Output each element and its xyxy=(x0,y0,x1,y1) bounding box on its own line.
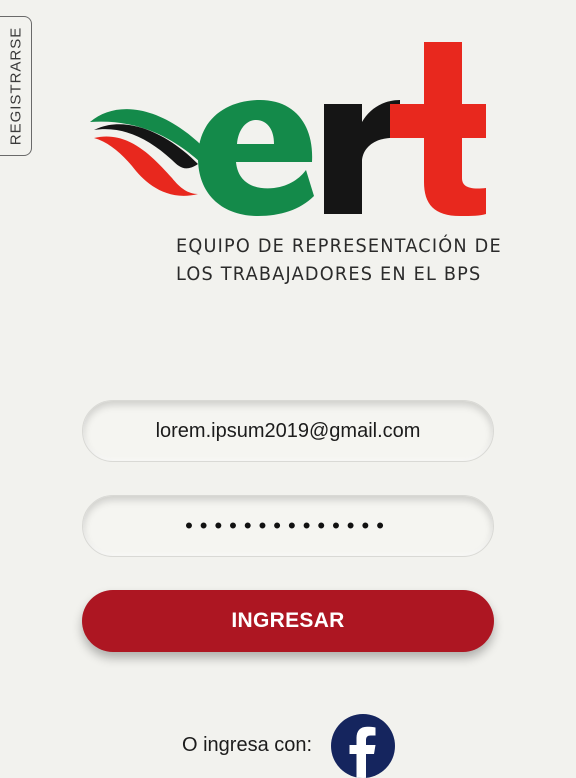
register-label: REGISTRARSE xyxy=(7,26,24,146)
logo-letter-r xyxy=(324,100,400,214)
email-field[interactable] xyxy=(82,400,494,462)
tagline: EQUIPO DE REPRESENTACIÓN DE LOS TRABAJAD… xyxy=(176,232,502,288)
password-input[interactable]: •••••••••••••• xyxy=(83,496,493,556)
register-tab[interactable]: REGISTRARSE xyxy=(0,16,32,156)
password-field[interactable]: •••••••••••••• xyxy=(82,495,494,557)
tagline-line-1: EQUIPO DE REPRESENTACIÓN DE xyxy=(176,235,502,257)
logo-letter-e xyxy=(198,100,314,216)
login-button[interactable]: INGRESAR xyxy=(82,590,494,652)
social-login-label: O ingresa con: xyxy=(182,734,313,756)
facebook-login-button[interactable] xyxy=(331,714,395,778)
flame-mark-icon xyxy=(90,109,206,196)
tagline-line-2: LOS TRABAJADORES EN EL BPS xyxy=(176,263,482,285)
facebook-icon xyxy=(349,726,376,778)
email-input[interactable] xyxy=(83,401,493,461)
logo-letter-t xyxy=(390,42,486,216)
ert-logo xyxy=(88,38,488,218)
